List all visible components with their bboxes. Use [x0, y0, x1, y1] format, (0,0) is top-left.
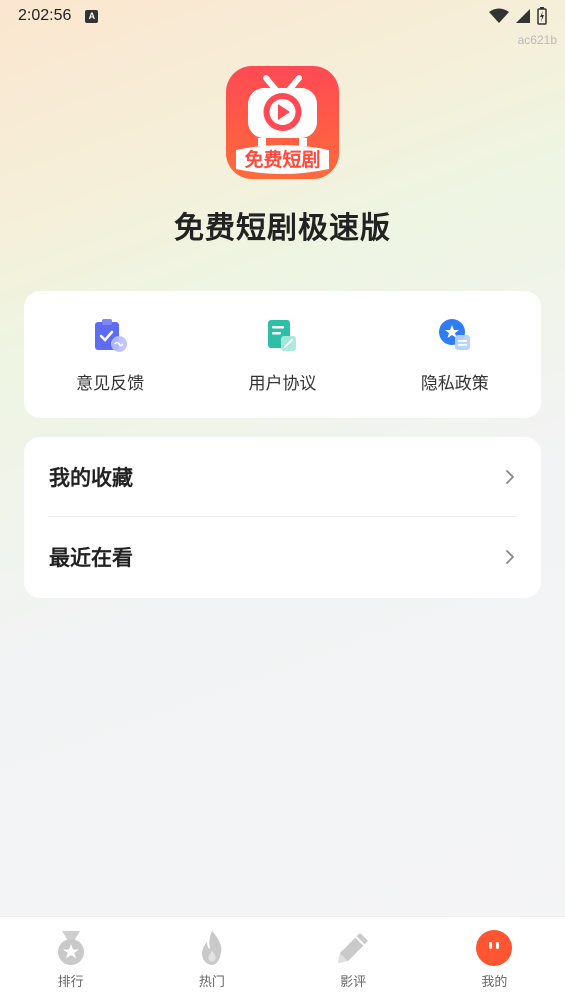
my-favorites-row[interactable]: 我的收藏	[24, 437, 541, 517]
tab-ranking-label: 排行	[57, 975, 84, 990]
user-agreement-label: 用户协议	[248, 374, 317, 394]
my-favorites-label: 我的收藏	[49, 466, 133, 490]
user-agreement-button[interactable]: 用户协议	[196, 291, 368, 418]
status-time: 2:02:56	[18, 7, 72, 24]
tab-mine-label: 我的	[481, 975, 508, 990]
profile-face-icon	[476, 930, 513, 966]
feedback-button[interactable]: 意见反馈	[24, 291, 196, 418]
recently-watched-label: 最近在看	[49, 546, 133, 570]
tab-reviews[interactable]: 影评	[283, 917, 424, 1004]
quick-actions-card: 意见反馈 用户协议 隐私政策	[24, 291, 541, 418]
battery-charging-icon	[537, 7, 547, 25]
tab-reviews-label: 影评	[340, 975, 367, 990]
tab-mine[interactable]: 我的	[424, 917, 565, 1004]
bottom-tab-bar: 排行 热门 影评 我的	[0, 916, 565, 1004]
app-name: 免费短剧极速版	[174, 211, 391, 246]
recently-watched-row[interactable]: 最近在看	[24, 517, 541, 597]
pencil-icon	[338, 933, 369, 963]
status-bar: 2:02:56 A	[0, 0, 565, 32]
privacy-badge-icon	[438, 319, 470, 350]
medal-icon	[57, 931, 84, 965]
tab-ranking[interactable]: 排行	[0, 917, 141, 1004]
menu-list-card: 我的收藏 最近在看	[24, 437, 541, 598]
tab-hot-label: 热门	[198, 975, 225, 990]
chevron-right-icon	[506, 550, 514, 564]
tab-hot[interactable]: 热门	[141, 917, 282, 1004]
agreement-doc-icon	[268, 320, 297, 351]
feedback-label: 意见反馈	[76, 374, 145, 394]
wifi-icon	[489, 8, 509, 23]
app-logo-icon: 免费短剧	[226, 66, 339, 179]
feedback-clipboard-icon	[95, 319, 128, 352]
app-logo-text: 免费短剧	[244, 148, 320, 171]
signal-icon	[516, 9, 530, 23]
privacy-policy-button[interactable]: 隐私政策	[369, 291, 541, 418]
chevron-right-icon	[506, 470, 514, 484]
privacy-policy-label: 隐私政策	[420, 374, 489, 394]
notification-a-icon: A	[85, 9, 99, 23]
version-code: ac621b	[517, 33, 557, 47]
flame-icon	[201, 931, 222, 965]
